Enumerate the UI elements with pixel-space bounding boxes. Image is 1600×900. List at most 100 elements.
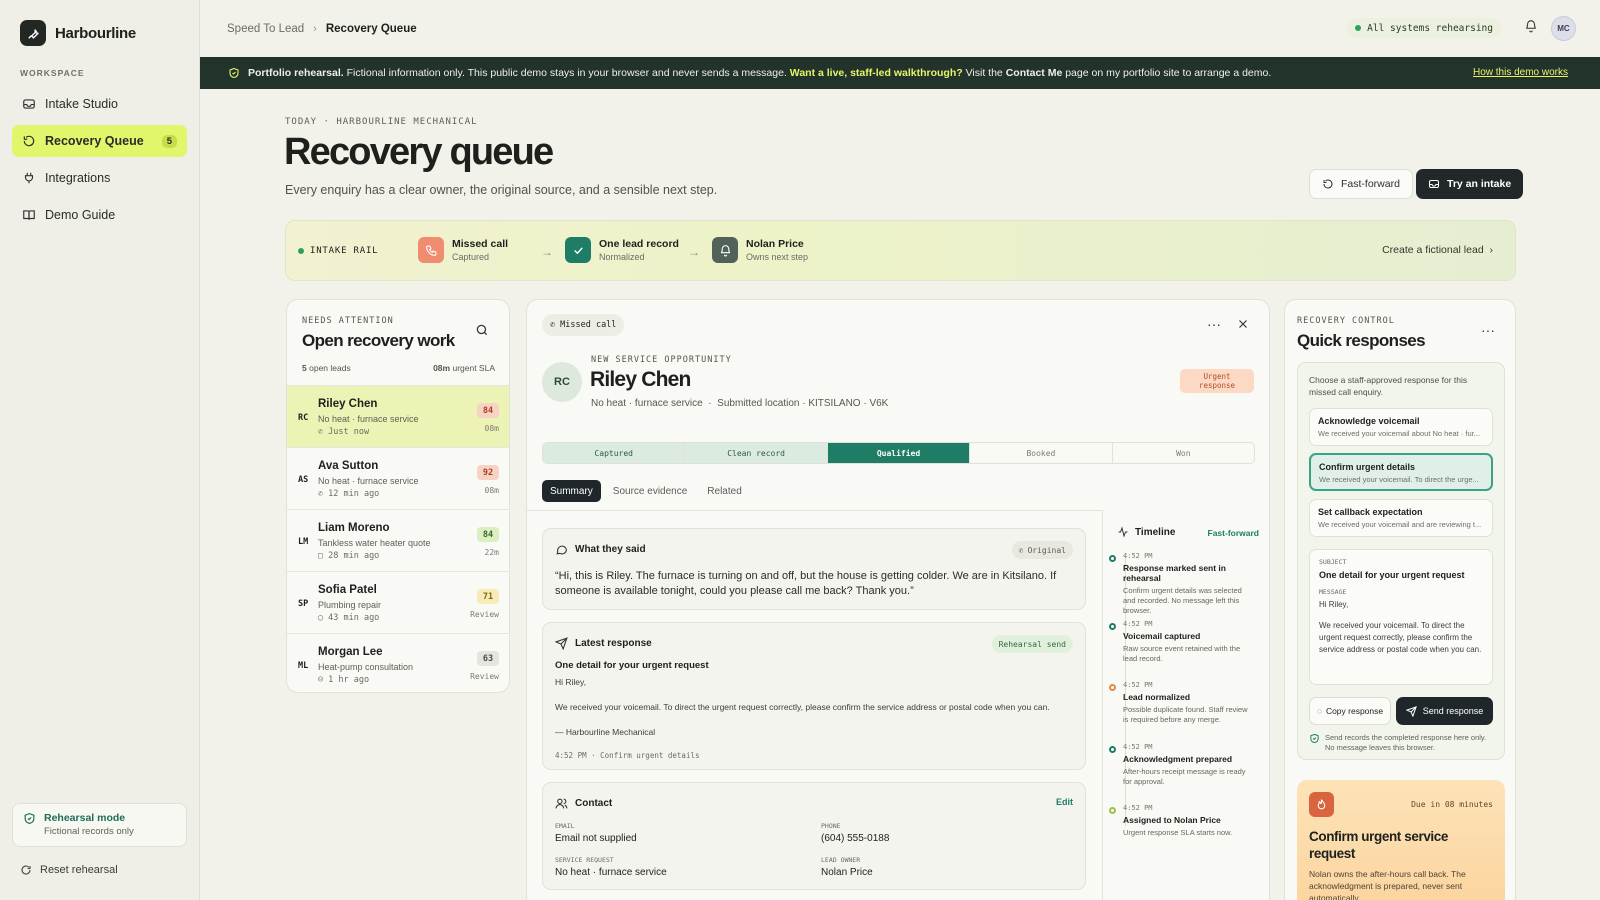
timeline-desc: Possible duplicate found. Staff review i… (1123, 705, 1248, 725)
more-icon[interactable]: ··· (1481, 322, 1495, 338)
sidebar-item-demo-guide[interactable]: Demo Guide (12, 199, 187, 231)
copy-response-button[interactable]: ◌ Copy response (1309, 697, 1391, 725)
subject-field[interactable]: One detail for your urgent request (1319, 570, 1465, 580)
timeline-fast-forward-button[interactable]: Fast-forward (1208, 528, 1259, 538)
check-icon (565, 237, 591, 263)
create-fictional-lead-link[interactable]: Create a fictional lead › (1382, 244, 1493, 256)
sidebar-item-recovery-queue[interactable]: Recovery Queue 5 (12, 125, 187, 157)
urgent-sla-value: 08m (433, 363, 451, 373)
response-editor[interactable]: SUBJECT One detail for your urgent reque… (1309, 549, 1493, 685)
message-field[interactable]: We received your voicemail. To direct th… (1319, 620, 1485, 656)
bell-icon[interactable] (1524, 19, 1538, 33)
response-option-callback[interactable]: Set callback expectation We received you… (1309, 499, 1493, 537)
banner-contact: Contact Me (1005, 67, 1063, 79)
bell-icon (712, 237, 738, 263)
response-body: We received your voicemail. To direct th… (555, 702, 1050, 712)
try-intake-label: Try an intake (1447, 178, 1512, 190)
send-note-text: Send records the completed response here… (1325, 733, 1487, 752)
quick-intro: Choose a staff-approved response for thi… (1309, 375, 1468, 397)
timeline-dot-icon (1109, 555, 1116, 562)
stage-won[interactable]: Won (1113, 443, 1254, 463)
sidebar: Harbourline WORKSPACE Intake Studio Reco… (0, 0, 200, 900)
rail-label: INTAKE RAIL (298, 246, 378, 256)
due-label: Due in 08 minutes (1411, 800, 1493, 809)
tab-summary[interactable]: Summary (542, 480, 601, 502)
response-signature: — Harbourline Mechanical (555, 727, 656, 737)
rail-cta-label: Create a fictional lead (1382, 244, 1484, 256)
lead-score: 84 (477, 527, 499, 542)
send-label: Send response (1422, 706, 1484, 716)
how-demo-works-link[interactable]: How this demo works (1473, 67, 1568, 78)
phone-icon: ✆ (1018, 545, 1024, 555)
timeline-time: 4:52 PM (1123, 743, 1153, 751)
edit-contact-button[interactable]: Edit (1056, 797, 1073, 807)
more-icon[interactable]: ··· (1207, 316, 1221, 332)
urgent-response-badge: Urgent response (1180, 369, 1254, 393)
refresh-icon (21, 865, 31, 875)
phone-icon: ✆ (550, 320, 556, 330)
send-response-button[interactable]: Send response (1396, 697, 1493, 725)
lead-score: 84 (477, 403, 499, 418)
tab-related[interactable]: Related (699, 480, 749, 502)
sidebar-item-label: Integrations (45, 171, 111, 185)
response-meta: 4:52 PM · Confirm urgent details (555, 751, 700, 760)
sidebar-item-label: Demo Guide (45, 208, 116, 222)
lead-initials: AS (298, 475, 309, 485)
list-item[interactable]: ML Morgan Lee Heat-pump consultation ☺ 1 … (287, 633, 509, 692)
intake-rail: INTAKE RAIL Missed call Captured → One le… (285, 220, 1516, 281)
source-chip: ✆ Missed call (542, 314, 625, 336)
status-dot-icon (298, 248, 304, 254)
due-task-card[interactable]: Due in 08 minutes Confirm urgent service… (1297, 780, 1505, 900)
recovery-queue-panel: NEEDS ATTENTION Open recovery work 5 ope… (286, 299, 510, 693)
quick-responses-panel: RECOVERY CONTROL Quick responses ··· Cho… (1284, 299, 1516, 900)
list-item[interactable]: RC Riley Chen No heat · furnace service … (287, 385, 509, 447)
response-greeting: Hi Riley, (555, 677, 587, 687)
stage-clean-record[interactable]: Clean record (685, 443, 828, 463)
stage-booked[interactable]: Booked (970, 443, 1113, 463)
urgent-sla: 08m urgent SLA (433, 363, 495, 373)
sidebar-item-integrations[interactable]: Integrations (12, 162, 187, 194)
list-item[interactable]: LM Liam Moreno Tankless water heater quo… (287, 509, 509, 571)
open-leads-count: 5 open leads (302, 363, 351, 373)
reset-rehearsal-button[interactable]: Reset rehearsal (20, 864, 118, 876)
sidebar-item-intake-studio[interactable]: Intake Studio (12, 88, 187, 120)
brand[interactable]: Harbourline (20, 20, 136, 46)
users-icon (555, 798, 568, 809)
stage-captured[interactable]: Captured (543, 443, 686, 463)
fast-forward-button[interactable]: Fast-forward (1309, 169, 1413, 199)
rehearsal-title: Rehearsal mode (44, 812, 126, 824)
response-option-confirm[interactable]: Confirm urgent details We received your … (1309, 453, 1493, 491)
lead-time: ✆ 12 min ago (318, 489, 379, 499)
lead-name: Ava Sutton (318, 460, 379, 472)
list-item[interactable]: AS Ava Sutton No heat · furnace service … (287, 447, 509, 509)
list-item[interactable]: SP Sofia Patel Plumbing repair ◯ 43 min a… (287, 571, 509, 633)
timeline-title: Assigned to Nolan Price (1123, 815, 1221, 825)
stage-qualified[interactable]: Qualified (827, 443, 971, 463)
lead-sla: Review (470, 610, 499, 619)
close-icon[interactable] (1237, 318, 1249, 330)
status-dot-icon (1355, 25, 1362, 31)
rehearsal-subtitle: Fictional records only (44, 826, 134, 837)
lead-score: 92 (477, 465, 499, 480)
lead-desc: No heat · furnace service (318, 476, 419, 486)
user-icon: ☺ (318, 675, 324, 685)
timeline-desc: After-hours receipt message is ready for… (1123, 767, 1246, 787)
timeline-dot-icon (1109, 807, 1116, 814)
breadcrumb-speed-to-lead[interactable]: Speed To Lead (227, 23, 304, 35)
lead-sla: Review (470, 672, 499, 681)
lead-time-text: Just now (328, 427, 370, 437)
try-intake-button[interactable]: Try an intake (1416, 169, 1524, 199)
tab-source-evidence[interactable]: Source evidence (605, 480, 696, 502)
card-header: Latest response (555, 637, 652, 650)
response-option-acknowledge[interactable]: Acknowledge voicemail We received your v… (1309, 408, 1493, 446)
search-icon[interactable] (475, 323, 489, 337)
voicemail-transcript: “Hi, this is Riley. The furnace is turni… (555, 570, 1057, 597)
source-chip-label: Missed call (560, 320, 617, 330)
sidebar-nav: Intake Studio Recovery Queue 5 Integrati… (12, 88, 187, 236)
chevron-right-icon: › (313, 22, 317, 35)
avatar[interactable]: MC (1551, 16, 1576, 41)
lead-avatar: RC (542, 362, 582, 402)
pipeline-stages: Captured Clean record Qualified Booked W… (542, 442, 1255, 464)
rail-step-title: Missed call (452, 238, 509, 250)
banner-highlight: Want a live, staff-led walkthrough? (789, 67, 963, 79)
